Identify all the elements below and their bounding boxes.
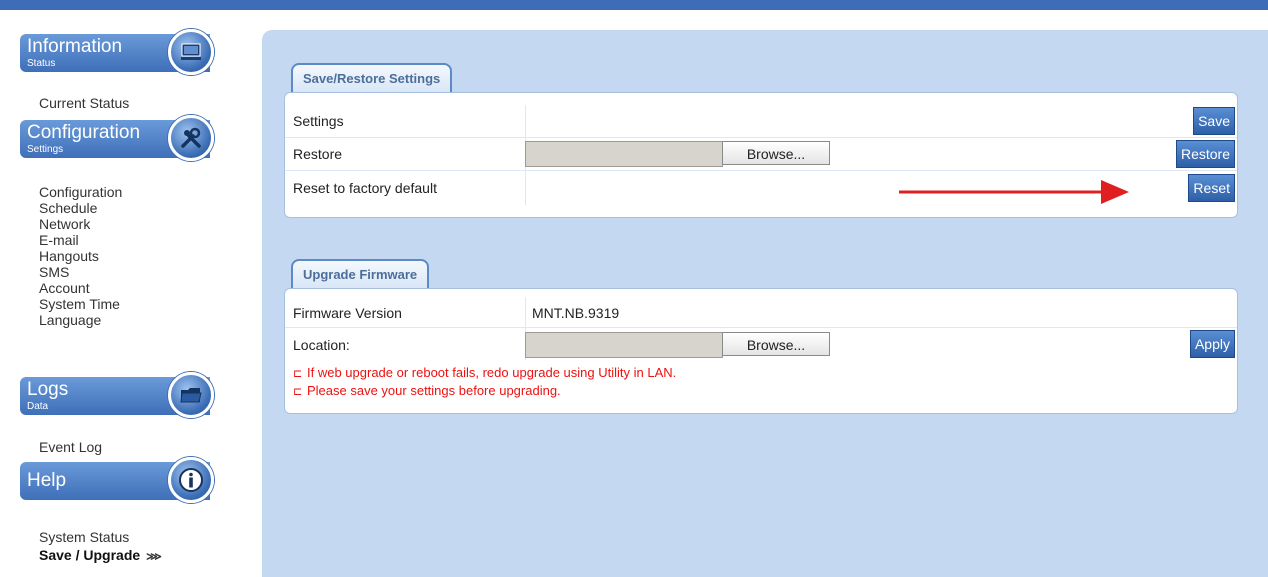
warning-icon: ⊏: [293, 386, 303, 398]
section-help-title: Help: [27, 470, 67, 491]
row-divider: [525, 171, 526, 205]
reset-button[interactable]: Reset: [1188, 174, 1235, 202]
upgrade-firmware-box: Firmware Version MNT.NB.9319 Location: B…: [284, 288, 1238, 414]
section-configuration-subtitle: Settings: [27, 144, 64, 155]
location-label: Location:: [293, 337, 350, 353]
section-logs-subtitle: Data: [27, 401, 49, 412]
sidebar-item-account[interactable]: Account: [39, 280, 122, 296]
section-logs[interactable]: Logs Data: [20, 372, 214, 418]
sidebar-item-system-time[interactable]: System Time: [39, 296, 122, 312]
sidebar-item-system-status[interactable]: System Status: [39, 528, 160, 546]
info-icon: [168, 457, 214, 503]
sidebar-item-language[interactable]: Language: [39, 312, 122, 328]
restore-file-field[interactable]: [525, 141, 723, 167]
sidebar-item-configuration[interactable]: Configuration: [39, 184, 122, 200]
nav-help-list: System Status Save / Upgrade ⋙: [39, 528, 162, 566]
apply-button[interactable]: Apply: [1189, 330, 1235, 358]
section-information-title: Information: [27, 36, 123, 57]
main-panel: Save/Restore Settings Settings Save Rest…: [262, 30, 1268, 577]
red-arrow: [899, 180, 1129, 204]
location-browse-button[interactable]: Browse...: [722, 332, 830, 356]
restore-label: Restore: [293, 146, 343, 162]
warning-icon: ⊏: [293, 368, 303, 380]
sidebar-item-save-upgrade[interactable]: Save / Upgrade ⋙: [39, 546, 162, 566]
restore-browse-button[interactable]: Browse...: [722, 141, 830, 165]
warning-save: ⊏ Please save your settings before upgrad…: [293, 383, 561, 398]
section-configuration[interactable]: Configuration Settings: [20, 115, 214, 161]
location-file-field[interactable]: [525, 332, 723, 358]
row-settings: Settings Save: [285, 105, 1237, 138]
section-information[interactable]: Information Status: [20, 29, 214, 75]
sidebar-item-event-log[interactable]: Event Log: [39, 437, 102, 457]
sidebar-item-hangouts[interactable]: Hangouts: [39, 248, 122, 264]
sidebar-item-schedule[interactable]: Schedule: [39, 200, 122, 216]
nav-logs-list: Event Log: [39, 437, 102, 457]
warning-reboot-text: If web upgrade or reboot fails, redo upg…: [307, 365, 677, 380]
row-location: Location: Browse... Apply: [285, 328, 1237, 360]
warning-save-text: Please save your settings before upgradi…: [307, 383, 561, 398]
settings-label: Settings: [293, 113, 344, 129]
sidebar-item-email[interactable]: E-mail: [39, 232, 122, 248]
section-help[interactable]: Help: [20, 457, 214, 503]
firmware-version-label: Firmware Version: [293, 305, 402, 321]
save-restore-box: Settings Save Restore Browse... Restore …: [284, 92, 1238, 218]
row-divider: [525, 105, 526, 137]
section-configuration-title: Configuration: [27, 122, 141, 143]
tab-upgrade-firmware[interactable]: Upgrade Firmware: [291, 259, 430, 288]
row-divider: [525, 297, 526, 327]
reset-label: Reset to factory default: [293, 180, 437, 196]
tools-icon: [168, 115, 214, 161]
save-button[interactable]: Save: [1193, 107, 1235, 135]
section-logs-title: Logs: [27, 379, 69, 400]
restore-button[interactable]: Restore: [1175, 140, 1235, 168]
top-bar: [0, 0, 1268, 10]
nav-information-list: Current Status: [39, 93, 129, 113]
section-information-subtitle: Status: [27, 58, 56, 69]
sidebar-item-network[interactable]: Network: [39, 216, 122, 232]
monitor-icon: [168, 29, 214, 75]
row-restore: Restore Browse... Restore: [285, 138, 1237, 171]
tab-save-restore[interactable]: Save/Restore Settings: [291, 63, 453, 92]
sidebar: Information Status Current Status Config…: [0, 10, 240, 577]
sidebar-item-sms[interactable]: SMS: [39, 264, 122, 280]
firmware-version-value: MNT.NB.9319: [532, 305, 620, 321]
nav-configuration-list: Configuration Schedule Network E-mail Ha…: [39, 184, 122, 328]
folder-icon: [168, 372, 214, 418]
row-firmware-version: Firmware Version MNT.NB.9319: [285, 297, 1237, 328]
warning-reboot: ⊏ If web upgrade or reboot fails, redo up…: [293, 365, 676, 380]
sidebar-item-current-status[interactable]: Current Status: [39, 93, 129, 113]
active-marker-icon: ⋙: [146, 551, 162, 563]
sidebar-item-save-upgrade-label: Save / Upgrade: [39, 547, 141, 563]
